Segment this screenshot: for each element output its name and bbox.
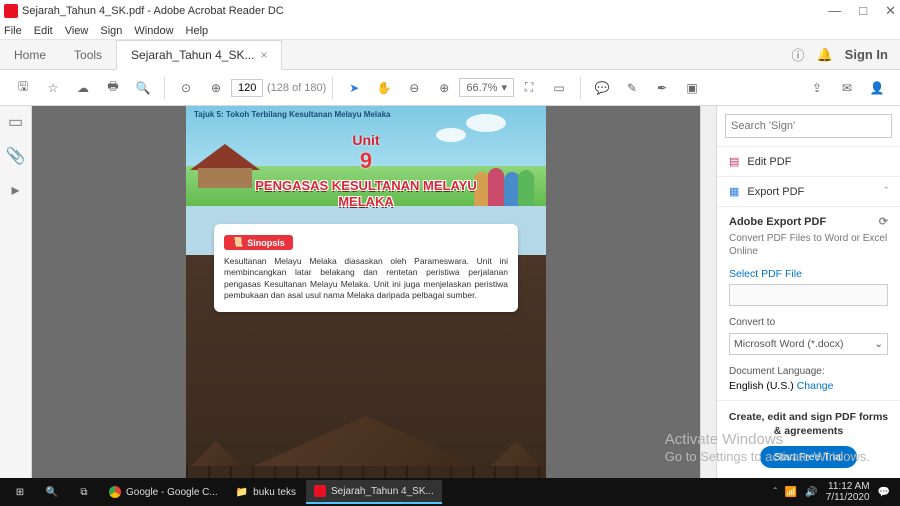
chevron-up-icon: ˆ [884, 186, 888, 198]
menu-file[interactable]: File [4, 25, 22, 37]
share-icon[interactable]: ⇪ [805, 76, 829, 100]
menu-edit[interactable]: Edit [34, 25, 53, 37]
taskbar-chrome[interactable]: Google - Google C... [101, 480, 226, 504]
taskbar-acrobat[interactable]: Sejarah_Tahun 4_SK... [306, 480, 442, 504]
lang-label: Document Language: [729, 365, 888, 378]
chrome-icon [109, 486, 121, 498]
tab-document[interactable]: Sejarah_Tahun 4_SK... × [116, 40, 282, 70]
print-icon[interactable]: 🖶 [101, 76, 125, 100]
tab-close-icon[interactable]: × [260, 48, 267, 62]
main-area: ▭ 📎 ▸ Tajuk 5: Tokoh Terbilang Kesultana… [0, 106, 900, 478]
titlebar: Sejarah_Tahun 4_SK.pdf - Adobe Acrobat R… [0, 0, 900, 22]
minimize-button[interactable]: — [828, 3, 841, 19]
people-icon[interactable]: 👤 [865, 76, 889, 100]
notifications-icon[interactable]: 💬 [878, 487, 890, 498]
zoom-in-icon[interactable]: ⊕ [432, 76, 456, 100]
email-icon[interactable]: ✉ [835, 76, 859, 100]
edit-pdf-icon: ▤ [729, 155, 739, 168]
document-viewport[interactable]: Tajuk 5: Tokoh Terbilang Kesultanan Mela… [32, 106, 700, 478]
cta-section: Create, edit and sign PDF forms & agreem… [717, 400, 900, 478]
clock-time[interactable]: 11:12 AM [826, 481, 870, 492]
toolbar: 🖫 ☆ ☁ 🖶 🔍 ⊙ ⊕ (128 of 180) ➤ ✋ ⊖ ⊕ 66.7%… [0, 70, 900, 106]
format-select[interactable]: Microsoft Word (*.docx)⌄ [729, 333, 888, 355]
start-trial-button[interactable]: Start Free Trial [760, 446, 857, 468]
zoom-select[interactable]: 66.7%▾ [459, 78, 514, 97]
start-button[interactable]: ⊞ [4, 478, 36, 506]
taskbar-explorer[interactable]: 📁buku teks [228, 480, 304, 504]
unit-label: Unit 9 [352, 132, 379, 174]
acrobat-logo-icon [4, 4, 18, 18]
synopsis-badge: 📜 Sinopsis [224, 235, 293, 250]
close-button[interactable]: ✕ [885, 3, 896, 19]
highlight-icon[interactable]: ✎ [620, 76, 644, 100]
folder-icon: 📁 [236, 487, 248, 498]
search-icon[interactable]: 🔍 [131, 76, 155, 100]
save-icon[interactable]: 🖫 [11, 76, 35, 100]
export-desc: Convert PDF Files to Word or Excel Onlin… [729, 232, 888, 258]
volume-icon[interactable]: 🔊 [805, 487, 817, 498]
help-icon[interactable]: ⓘ [791, 45, 804, 64]
chapter-title: Tajuk 5: Tokoh Terbilang Kesultanan Mela… [194, 110, 391, 119]
bell-icon[interactable]: 🔔 [816, 47, 832, 63]
taskbar: ⊞ 🔍 ⧉ Google - Google C... 📁buku teks Se… [0, 478, 900, 506]
page-number-input[interactable] [231, 79, 263, 97]
menu-help[interactable]: Help [186, 25, 209, 37]
fit-width-icon[interactable]: ⛶ [517, 76, 541, 100]
selection-icon[interactable]: ➤ [342, 76, 366, 100]
hand-icon[interactable]: ✋ [372, 76, 396, 100]
panel-search-input[interactable] [725, 114, 892, 138]
bookmarks-icon[interactable]: ▸ [11, 180, 19, 200]
thumbnails-icon[interactable]: ▭ [8, 112, 23, 132]
refresh-icon[interactable]: ⟳ [879, 215, 888, 228]
tab-document-label: Sejarah_Tahun 4_SK... [131, 48, 254, 62]
window-title: Sejarah_Tahun 4_SK.pdf - Adobe Acrobat R… [22, 5, 284, 17]
page-total: (128 of 180) [267, 82, 326, 94]
chevron-down-icon: ⌄ [874, 338, 883, 350]
clock-date[interactable]: 7/11/2020 [826, 492, 870, 503]
acrobat-icon [314, 485, 326, 497]
pdf-page: Tajuk 5: Tokoh Terbilang Kesultanan Mela… [186, 106, 546, 478]
export-pdf-item[interactable]: ▦ Export PDF ˆ [717, 176, 900, 206]
fit-page-icon[interactable]: ▭ [547, 76, 571, 100]
signin-button[interactable]: Sign In [845, 47, 888, 62]
attachments-icon[interactable]: 📎 [6, 146, 26, 166]
left-sidebar: ▭ 📎 ▸ [0, 106, 32, 478]
maximize-button[interactable]: □ [859, 3, 867, 19]
sign-icon[interactable]: ✒ [650, 76, 674, 100]
page-down-icon[interactable]: ⊕ [204, 76, 228, 100]
change-lang-link[interactable]: Change [797, 380, 834, 392]
export-pdf-icon: ▦ [729, 185, 739, 198]
vertical-scrollbar[interactable] [700, 106, 716, 478]
edit-pdf-item[interactable]: ▤ Edit PDF [717, 146, 900, 176]
cloud-icon[interactable]: ☁ [71, 76, 95, 100]
comment-icon[interactable]: 💬 [590, 76, 614, 100]
synopsis-box: 📜 Sinopsis Kesultanan Melayu Melaka dias… [214, 224, 518, 312]
taskbar-search-icon[interactable]: 🔍 [36, 478, 68, 506]
stamp-icon[interactable]: ▣ [680, 76, 704, 100]
tab-home[interactable]: Home [0, 40, 60, 70]
task-view-icon[interactable]: ⧉ [68, 478, 100, 506]
select-file-link[interactable]: Select PDF File [729, 268, 888, 280]
export-heading: Adobe Export PDF⟳ [729, 215, 888, 228]
menu-window[interactable]: Window [134, 25, 173, 37]
tray-chevron-icon[interactable]: ˆ [774, 487, 777, 498]
tab-tools[interactable]: Tools [60, 40, 116, 70]
tabbar: Home Tools Sejarah_Tahun 4_SK... × ⓘ 🔔 S… [0, 40, 900, 70]
page-banner: PENGASAS KESULTANAN MELAYU MELAKA [236, 178, 496, 209]
right-panel: ▤ Edit PDF ▦ Export PDF ˆ Adobe Export P… [716, 106, 900, 478]
convert-to-label: Convert to [729, 316, 888, 329]
cta-title: Create, edit and sign PDF forms & agreem… [725, 411, 892, 438]
menu-sign[interactable]: Sign [100, 25, 122, 37]
synopsis-text: Kesultanan Melayu Melaka diasaskan oleh … [224, 256, 508, 302]
zoom-out-icon[interactable]: ⊖ [402, 76, 426, 100]
wifi-icon[interactable]: 📶 [785, 487, 797, 498]
page-up-icon[interactable]: ⊙ [174, 76, 198, 100]
lang-value: English (U.S.) [729, 380, 794, 392]
menu-view[interactable]: View [65, 25, 89, 37]
file-select-box[interactable] [729, 284, 888, 306]
menubar: File Edit View Sign Window Help [0, 22, 900, 40]
star-icon[interactable]: ☆ [41, 76, 65, 100]
